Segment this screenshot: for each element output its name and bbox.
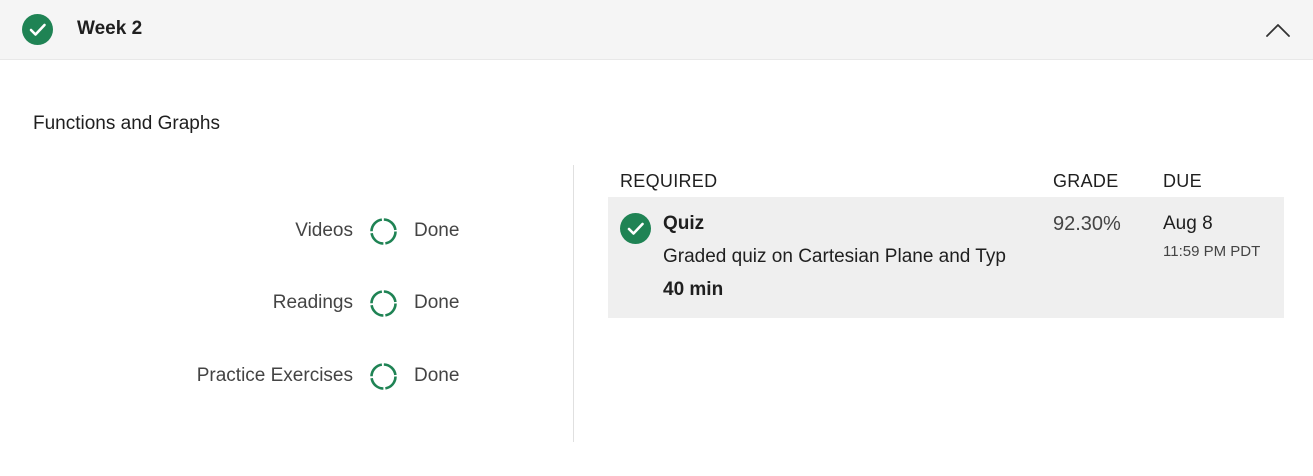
progress-label-readings: Readings xyxy=(272,292,353,313)
check-circle-icon xyxy=(620,213,651,244)
assignment-due-date: Aug 8 xyxy=(1163,213,1213,234)
progress-label-videos: Videos xyxy=(295,220,353,241)
check-circle-icon xyxy=(22,14,53,45)
required-column-header: REQUIRED xyxy=(620,171,718,191)
chevron-up-icon[interactable] xyxy=(1262,16,1294,44)
week-title: Week 2 xyxy=(77,18,143,39)
assignment-row[interactable]: Quiz Graded quiz on Cartesian Plane and … xyxy=(608,197,1284,318)
progress-ring-icon xyxy=(370,218,397,245)
section-divider xyxy=(573,165,574,442)
assignment-due-time: 11:59 PM PDT xyxy=(1163,243,1261,260)
progress-ring-icon xyxy=(370,363,397,390)
progress-ring-icon xyxy=(370,290,397,317)
assignment-duration: 40 min xyxy=(663,279,724,300)
progress-status-readings: Done xyxy=(414,292,460,313)
module-title: Functions and Graphs xyxy=(33,113,220,134)
progress-status-practice-exercises: Done xyxy=(414,365,460,386)
assignment-type: Quiz xyxy=(663,213,705,234)
due-column-header: DUE xyxy=(1163,171,1202,191)
week-header[interactable]: Week 2 xyxy=(0,0,1313,60)
progress-status-videos: Done xyxy=(414,220,460,241)
grade-column-header: GRADE xyxy=(1053,171,1119,191)
progress-label-practice-exercises: Practice Exercises xyxy=(196,365,353,386)
assignment-name-link[interactable]: Graded quiz on Cartesian Plane and Typ xyxy=(663,246,1006,268)
assignment-grade: 92.30% xyxy=(1053,213,1121,235)
